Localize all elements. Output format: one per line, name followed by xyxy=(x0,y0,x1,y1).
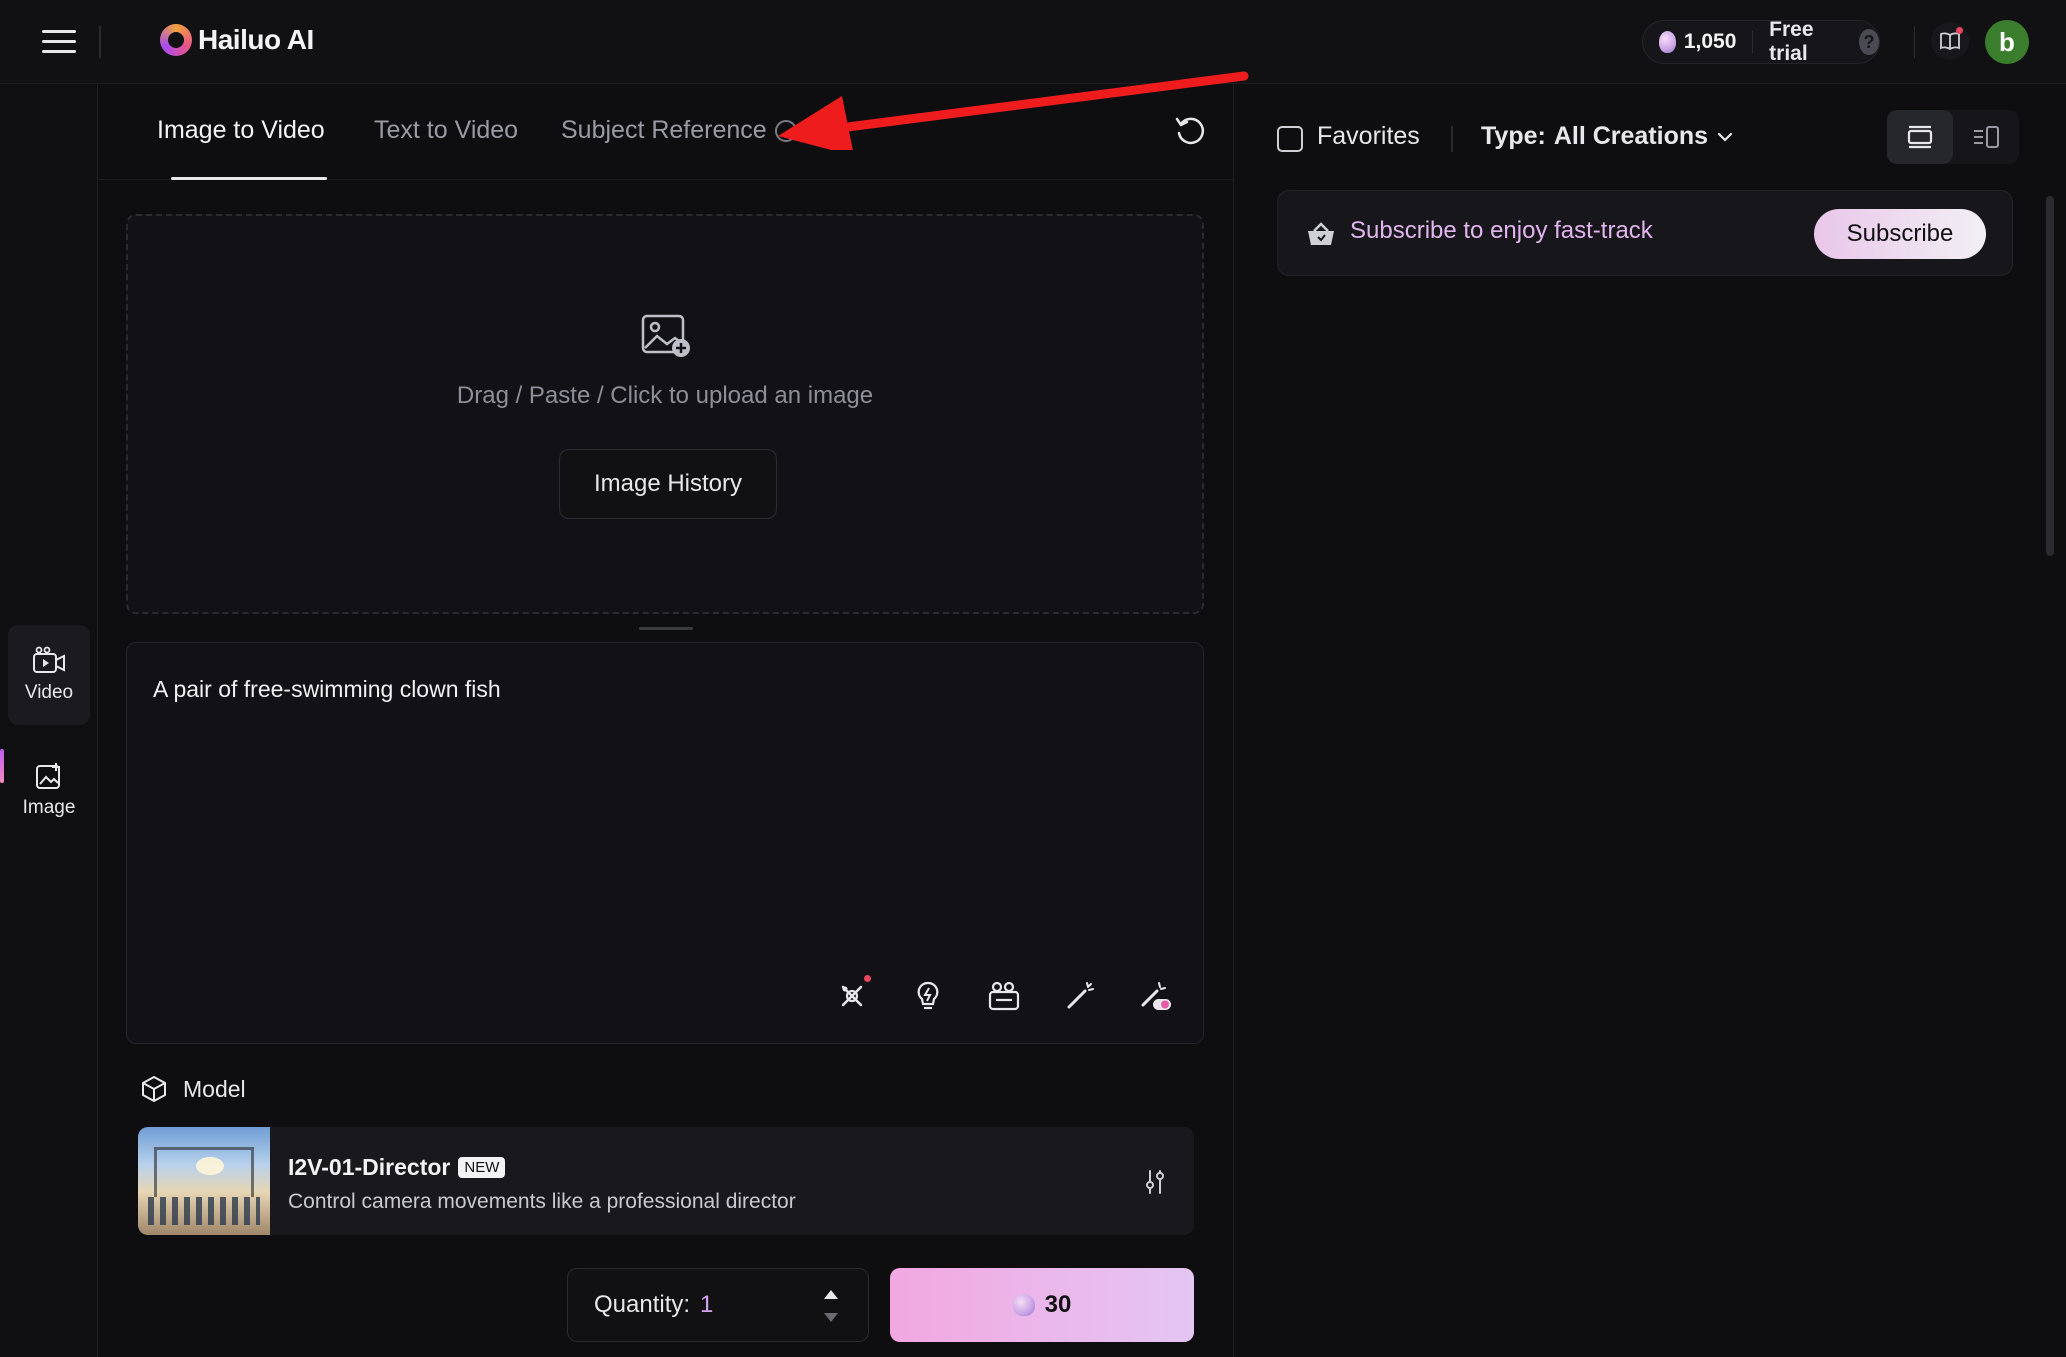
generate-button[interactable]: 30 xyxy=(890,1268,1194,1342)
upload-instruction: Drag / Paste / Click to upload an image xyxy=(456,382,874,409)
model-heading: Model xyxy=(139,1074,246,1104)
user-avatar[interactable]: b xyxy=(1985,20,2029,64)
tab-text-to-video[interactable]: Text to Video xyxy=(374,116,518,145)
app-logo[interactable]: Hailuo AI xyxy=(160,24,314,56)
rail-item-label: Image xyxy=(22,797,76,818)
divider xyxy=(99,26,101,58)
banner-text: Subscribe to enjoy fast-track xyxy=(1350,217,1653,244)
creations-panel: Favorites Type: All Creations Subscribe … xyxy=(1235,84,2066,1357)
auto-enhance-toggle-icon[interactable] xyxy=(1139,979,1173,1013)
credit-shell-icon xyxy=(1659,31,1676,53)
mode-tabs: Image to Video Text to Video Subject Ref… xyxy=(99,84,1234,180)
tab-image-to-video[interactable]: Image to Video xyxy=(157,116,325,145)
subscribe-banner: Subscribe to enjoy fast-track Subscribe xyxy=(1277,190,2013,276)
image-upload-dropzone[interactable]: Drag / Paste / Click to upload an image … xyxy=(126,214,1204,614)
split-view-icon xyxy=(1974,126,1999,148)
magic-wand-icon[interactable] xyxy=(1063,979,1097,1013)
credit-shell-icon xyxy=(1012,1294,1035,1316)
rail-item-image[interactable]: Image xyxy=(8,740,90,840)
left-rail: Video Image xyxy=(0,84,98,1357)
view-toggle xyxy=(1887,110,2019,164)
model-description: Control camera movements like a professi… xyxy=(288,1190,796,1213)
prompt-input[interactable]: A pair of free-swimming clown fish xyxy=(153,673,1173,923)
tab-subject-reference[interactable]: Subject Reference xyxy=(561,116,797,145)
model-thumbnail xyxy=(138,1127,270,1235)
lightbulb-icon[interactable] xyxy=(911,979,945,1013)
guide-book-icon[interactable] xyxy=(1931,22,1969,60)
type-filter-dropdown[interactable]: Type: All Creations xyxy=(1481,122,1734,151)
list-view-button[interactable] xyxy=(1887,110,1953,164)
top-bar: Hailuo AI 1,050 Free trial ? b xyxy=(0,0,2066,84)
model-selector[interactable]: I2V-01-Director NEW Control camera movem… xyxy=(138,1127,1194,1235)
favorites-label[interactable]: Favorites xyxy=(1317,122,1420,151)
detail-view-button[interactable] xyxy=(1953,110,2019,164)
active-tab-underline xyxy=(171,177,327,180)
rail-item-video[interactable]: Video xyxy=(8,625,90,725)
settings-sliders-icon[interactable] xyxy=(1140,1167,1170,1197)
subscribe-button[interactable]: Subscribe xyxy=(1814,209,1986,259)
reset-icon[interactable] xyxy=(1173,114,1207,148)
credits-pill[interactable]: 1,050 Free trial ? xyxy=(1642,18,1880,66)
favorites-checkbox[interactable] xyxy=(1277,126,1303,152)
notification-dot xyxy=(1956,27,1963,34)
list-view-icon xyxy=(1907,125,1933,149)
chevron-down-icon xyxy=(1717,132,1733,142)
notification-dot xyxy=(864,975,871,982)
hailuo-logo-icon xyxy=(160,24,192,56)
help-icon[interactable]: ? xyxy=(1859,29,1879,55)
stepper-arrows-icon[interactable] xyxy=(822,1285,840,1327)
prompt-box: A pair of free-swimming clown fish xyxy=(126,642,1204,1044)
credits-value: 1,050 xyxy=(1683,30,1737,53)
image-history-button[interactable]: Image History xyxy=(559,449,777,519)
model-name: I2V-01-Director NEW xyxy=(288,1154,506,1181)
create-panel: Image to Video Text to Video Subject Ref… xyxy=(99,84,1234,1357)
free-trial-link[interactable]: Free trial xyxy=(1769,18,1837,66)
info-icon[interactable] xyxy=(774,120,797,143)
sparkle-agent-icon[interactable] xyxy=(835,975,871,1013)
add-image-icon xyxy=(641,314,690,357)
new-badge: NEW xyxy=(458,1157,506,1178)
active-indicator xyxy=(0,749,4,783)
generate-cost: 30 xyxy=(1044,1291,1072,1318)
cube-icon xyxy=(142,1075,166,1103)
rail-item-label: Video xyxy=(24,682,74,703)
image-icon xyxy=(36,763,60,789)
video-icon xyxy=(33,646,65,673)
logo-text: Hailuo AI xyxy=(198,24,314,55)
resize-handle[interactable] xyxy=(639,627,693,630)
camera-movement-icon[interactable] xyxy=(987,979,1021,1013)
prompt-toolbar xyxy=(835,975,1173,1013)
quantity-value: 1 xyxy=(700,1291,714,1318)
scrollbar[interactable] xyxy=(2046,196,2054,556)
crown-basket-icon xyxy=(1308,222,1334,245)
quantity-stepper[interactable]: Quantity: 1 xyxy=(567,1268,869,1342)
hamburger-menu-icon[interactable] xyxy=(42,30,76,54)
